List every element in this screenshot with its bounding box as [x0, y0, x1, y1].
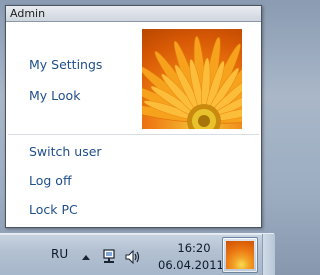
- log-off-link[interactable]: Log off: [29, 173, 72, 189]
- taskbar: RU 16:20 06.04.2011: [0, 233, 275, 275]
- user-menu-popup: Admin My Settings My Look Switch user Lo…: [5, 5, 262, 228]
- lock-pc-link[interactable]: Lock PC: [29, 202, 78, 218]
- popup-titlebar: Admin: [6, 6, 261, 22]
- clock-date[interactable]: 06.04.2011: [158, 258, 224, 272]
- clock-time[interactable]: 16:20: [174, 241, 214, 255]
- my-look-link[interactable]: My Look: [29, 88, 80, 104]
- taskbar-app-button[interactable]: [222, 237, 258, 273]
- network-icon[interactable]: [100, 249, 118, 265]
- menu-divider: [8, 134, 259, 135]
- popup-title: Admin: [10, 7, 46, 20]
- show-desktop-button[interactable]: [262, 234, 275, 275]
- my-settings-link[interactable]: My Settings: [29, 57, 102, 73]
- language-indicator[interactable]: RU: [51, 247, 68, 261]
- speaker-icon[interactable]: [124, 249, 142, 265]
- user-picture-thumbnail-icon: [226, 241, 254, 269]
- gerbera-flower-icon: [142, 35, 242, 129]
- user-avatar[interactable]: [142, 29, 242, 129]
- chevron-up-icon[interactable]: [81, 249, 91, 265]
- switch-user-link[interactable]: Switch user: [29, 144, 102, 160]
